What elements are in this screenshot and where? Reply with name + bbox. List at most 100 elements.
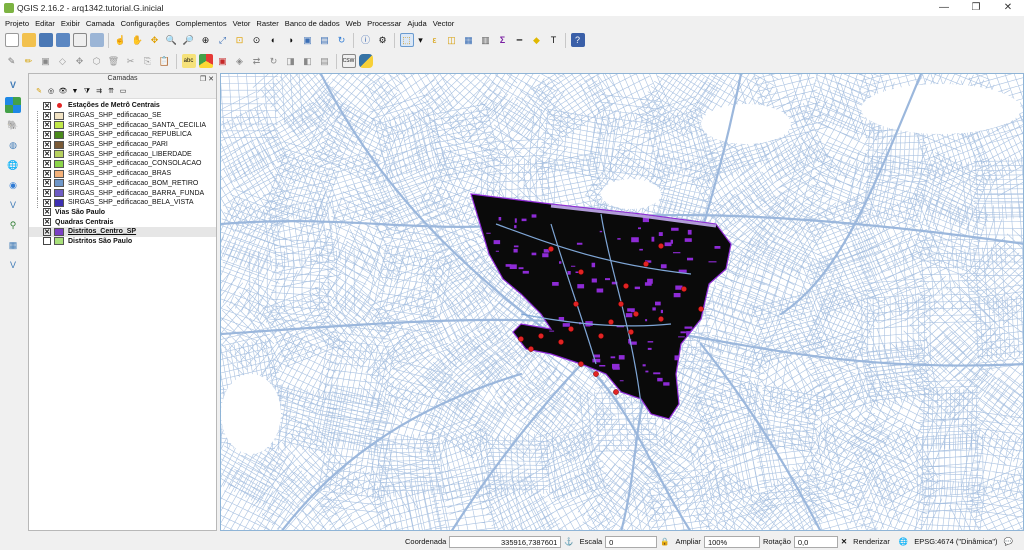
layer-visibility-checkbox[interactable]: ✕ <box>43 140 51 149</box>
map-canvas[interactable] <box>220 73 1024 531</box>
map-tips-icon[interactable]: ◆ <box>530 33 544 47</box>
layer-visibility-checkbox[interactable]: ✕ <box>43 198 51 207</box>
collapse-all-icon[interactable]: ⇈ <box>106 86 116 96</box>
layer-visibility-checkbox[interactable]: ✕ <box>43 111 51 120</box>
zoom-out-icon[interactable]: 🔎 <box>182 33 196 47</box>
run-action-icon[interactable]: ⚙ <box>376 33 390 47</box>
field-calculator-icon[interactable]: ▥ <box>479 33 493 47</box>
filter-legend-icon[interactable]: ▼ <box>70 86 80 96</box>
label-toolbar-icon[interactable]: abc <box>181 54 196 68</box>
save-project-icon[interactable] <box>38 33 53 47</box>
current-edits-icon[interactable]: ✎ <box>5 54 19 68</box>
paste-features-icon[interactable]: 📋 <box>158 54 172 68</box>
extents-toggle-icon[interactable]: ⚓ <box>564 537 573 546</box>
layer-visibility-checkbox[interactable]: ✕ <box>43 121 51 130</box>
render-checkbox-icon[interactable]: ✕ <box>841 537 847 546</box>
lock-scale-icon[interactable]: 🔒 <box>660 537 669 546</box>
layer-item[interactable]: ✕ SIRGAS_SHP_edificacao_BARRA_FUNDA <box>29 188 216 198</box>
add-wms-layer-icon[interactable]: 🌐 <box>5 157 21 173</box>
composer-manager-icon[interactable] <box>89 33 104 47</box>
new-bookmark-icon[interactable]: ▣ <box>301 33 315 47</box>
layer-item[interactable]: ✕ Quadras Centrais <box>29 217 216 227</box>
pin-labels-icon[interactable]: ▣ <box>216 54 230 68</box>
pan-to-selection-icon[interactable]: ✥ <box>148 33 162 47</box>
add-spatialite-layer-icon[interactable]: ◍ <box>5 137 21 153</box>
close-panel-icon[interactable]: ✕ <box>208 76 214 83</box>
menu-raster[interactable]: Raster <box>256 19 278 28</box>
manage-themes-icon[interactable]: 👁 <box>58 86 68 96</box>
zoom-in-icon[interactable]: 🔍 <box>165 33 179 47</box>
layer-item[interactable]: ✕ SIRGAS_SHP_edificacao_PARI <box>29 139 216 150</box>
add-feature-icon[interactable]: ◇ <box>56 54 70 68</box>
add-delimited-text-icon[interactable]: ⚲ <box>5 217 21 233</box>
remove-layer-icon[interactable]: ▭ <box>118 86 128 96</box>
add-virtual-layer-icon[interactable]: ▦ <box>5 237 21 253</box>
coordinate-field[interactable]: 335916,7387601 <box>449 535 562 548</box>
zoom-full-icon[interactable]: ⤢ <box>216 33 230 47</box>
layer-item[interactable]: ✕ SIRGAS_SHP_edificacao_SANTA_CECILIA <box>29 120 216 130</box>
layer-item[interactable]: ✕ SIRGAS_SHP_edificacao_CONSOLACAO <box>29 159 216 169</box>
add-group-icon[interactable]: ◎ <box>46 86 56 96</box>
refresh-icon[interactable]: ↻ <box>335 33 349 47</box>
zoom-layer-icon[interactable]: ⊙ <box>250 33 264 47</box>
layer-visibility-checkbox[interactable]: ✕ <box>43 189 51 198</box>
messages-icon[interactable]: 💬 <box>1003 537 1012 546</box>
menu-exibir[interactable]: Exibir <box>61 19 80 28</box>
layer-visibility-checkbox[interactable]: ✕ <box>43 150 51 159</box>
add-wcs-layer-icon[interactable]: ◉ <box>5 177 21 193</box>
minimize-button[interactable]: — <box>928 0 960 16</box>
select-dropdown-icon[interactable]: ▾ <box>417 33 425 47</box>
magnifier-field[interactable]: 100% <box>703 535 760 548</box>
add-postgis-layer-icon[interactable]: 🐘 <box>5 117 21 133</box>
cut-features-icon[interactable]: ✂ <box>124 54 138 68</box>
label-properties-icon[interactable]: ▤ <box>318 54 332 68</box>
measure-icon[interactable]: ━ <box>513 33 527 47</box>
scale-field[interactable]: 0 <box>605 535 658 548</box>
layer-visibility-checkbox[interactable]: ✕ <box>43 179 51 188</box>
change-label-icon[interactable]: ◨ <box>284 54 298 68</box>
menu-vector[interactable]: Vector <box>433 19 455 28</box>
layer-item[interactable]: ✕ SIRGAS_SHP_edificacao_BRAS <box>29 168 216 179</box>
layer-visibility-checkbox[interactable]: ✕ <box>43 169 51 178</box>
save-edits-icon[interactable]: ▣ <box>39 54 53 68</box>
add-wfs-layer-icon[interactable]: V <box>5 197 21 213</box>
python-console-icon[interactable] <box>358 54 373 68</box>
help-icon[interactable]: ? <box>570 33 585 47</box>
filter-expression-icon[interactable]: ⧩ <box>82 86 92 96</box>
menu-projeto[interactable]: Projeto <box>5 19 29 28</box>
print-composer-icon[interactable] <box>72 33 87 47</box>
crs-icon[interactable]: 🌐 <box>899 537 908 546</box>
layer-item[interactable]: ✕ SIRGAS_SHP_edificacao_BOM_RETIRO <box>29 178 216 189</box>
deselect-icon[interactable]: ◫ <box>445 33 459 47</box>
move-label-icon[interactable]: ⇄ <box>250 54 264 68</box>
layer-item[interactable]: Distritos São Paulo <box>29 237 216 247</box>
attribute-table-icon[interactable]: ▦ <box>462 33 476 47</box>
menu-web[interactable]: Web <box>346 19 361 28</box>
add-vector-layer-icon[interactable]: V <box>5 77 21 93</box>
save-as-icon[interactable] <box>55 33 70 47</box>
zoom-last-icon[interactable]: ◐ <box>267 33 281 47</box>
layer-item[interactable]: ✕ SIRGAS_SHP_edificacao_REPUBLICA <box>29 130 216 140</box>
layer-item[interactable]: ✕ Distritos_Centro_SP <box>29 226 216 237</box>
menu-editar[interactable]: Editar <box>35 19 55 28</box>
menu-banco-de-dados[interactable]: Banco de dados <box>285 19 340 28</box>
crs-status[interactable]: EPSG:4674 ("Dinâmica") <box>914 537 997 546</box>
new-project-icon[interactable] <box>4 33 19 47</box>
menu-complementos[interactable]: Complementos <box>176 19 227 28</box>
move-feature-icon[interactable]: ✥ <box>73 54 87 68</box>
layer-visibility-checkbox[interactable]: ✕ <box>43 101 51 110</box>
menu-processar[interactable]: Processar <box>367 19 401 28</box>
close-button[interactable]: ✕ <box>992 0 1024 16</box>
layer-visibility-checkbox[interactable]: ✕ <box>43 159 51 168</box>
zoom-native-icon[interactable]: ⊕ <box>199 33 213 47</box>
layer-item[interactable]: ✕ Estações de Metrô Centrais <box>29 101 216 111</box>
layer-visibility-checkbox[interactable]: ✕ <box>43 218 51 227</box>
show-bookmarks-icon[interactable]: ▤ <box>318 33 332 47</box>
select-features-icon[interactable]: ⬚ <box>399 33 414 47</box>
layer-item[interactable]: ✕ SIRGAS_SHP_edificacao_SE <box>29 110 216 121</box>
layer-item[interactable]: ✕ Vias São Paulo <box>29 208 216 218</box>
menu-configuracoes[interactable]: Configurações <box>121 19 170 28</box>
text-annotation-icon[interactable]: T <box>547 33 561 47</box>
touch-zoom-icon[interactable]: ☝ <box>114 33 128 47</box>
layer-visibility-checkbox[interactable]: ✕ <box>43 227 51 236</box>
